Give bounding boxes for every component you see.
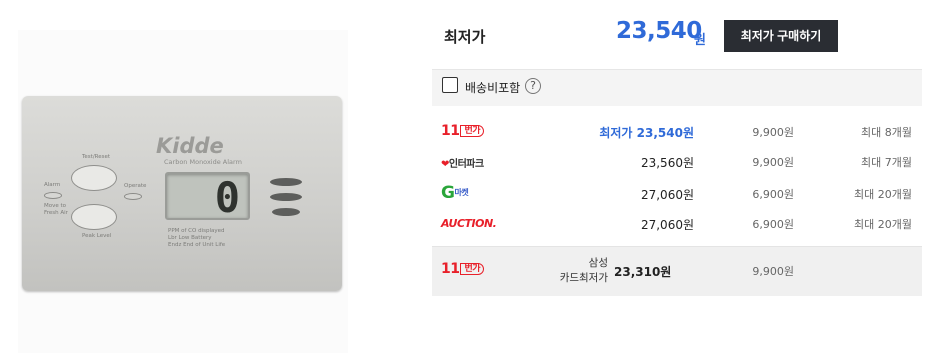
eleven-street-logo[interactable]: 11 번가 — [441, 123, 485, 139]
mall-price-value: 23,540원 — [636, 126, 694, 140]
gmarket-logo-text: 마켓 — [454, 188, 469, 197]
mall-row[interactable]: AUCTION. 27,060원 6,900원 최대 20개월 — [432, 208, 922, 238]
alarm-label: Alarm — [44, 182, 61, 188]
mall-shipping: 6,900원 — [752, 188, 794, 201]
mall-shipping: 6,900원 — [752, 218, 794, 231]
test-reset-button-graphic — [71, 165, 117, 191]
heart-icon: ❤ — [441, 159, 449, 170]
auction-logo[interactable]: AUCTION. — [441, 217, 497, 230]
alarm-indicator-graphic — [44, 192, 62, 199]
card-offer-shipping: 9,900원 — [752, 265, 794, 278]
product-model-label: Carbon Monoxide Alarm — [164, 158, 242, 166]
product-brand-logo: Kidde — [156, 134, 224, 158]
mall-installment: 최대 7개월 — [861, 156, 912, 169]
ppm-label: PPM of CO displayed — [168, 228, 225, 234]
card-offer-price[interactable]: 23,310원 — [614, 263, 671, 280]
eleven-street-logo-text: 번가 — [460, 263, 485, 275]
mall-shipping: 9,900원 — [752, 126, 794, 139]
lcd-display: 0 — [165, 172, 250, 222]
include-shipping-checkbox[interactable] — [442, 77, 458, 93]
fresh-air-label: Fresh Air — [44, 210, 68, 216]
speaker-grille-graphic — [270, 193, 302, 201]
eleven-street-logo[interactable]: 11 번가 — [441, 261, 485, 277]
mall-price[interactable]: 23,560원 — [641, 154, 694, 171]
card-offer-label: 삼성 카드최저가 — [552, 256, 608, 286]
end-of-life-label: Endz End of Unit Life — [168, 242, 226, 248]
gmarket-logo-g: G — [441, 183, 455, 203]
mall-row[interactable]: G마켓 27,060원 6,900원 최대 20개월 — [432, 178, 922, 208]
help-icon[interactable]: ? — [525, 78, 541, 94]
low-battery-label: Lbr Low Battery — [168, 235, 212, 241]
card-offer-label-line2: 카드최저가 — [559, 272, 608, 284]
card-offer-row[interactable]: 11 번가 삼성 카드최저가 23,310원 9,900원 — [432, 246, 922, 296]
speaker-grille-graphic — [270, 178, 302, 186]
eleven-street-logo-number: 11 — [441, 261, 460, 277]
test-reset-label: Test/Reset — [82, 154, 111, 160]
mall-installment: 최대 8개월 — [861, 126, 912, 139]
peak-level-label: Peak Level — [82, 233, 112, 239]
mall-price[interactable]: 27,060원 — [641, 186, 694, 203]
lowest-price-tag: 최저가 — [599, 126, 637, 140]
mall-price[interactable]: 최저가 23,540원 — [599, 124, 694, 141]
lowest-price-title: 최저가 — [444, 28, 486, 46]
interpark-logo[interactable]: ❤인터파크 — [441, 155, 484, 170]
peak-level-button-graphic — [71, 204, 117, 230]
interpark-logo-text: 인터파크 — [448, 159, 484, 170]
buy-lowest-price-button[interactable]: 최저가 구매하기 — [724, 20, 838, 52]
eleven-street-logo-text: 번가 — [460, 125, 485, 137]
mall-shipping: 9,900원 — [752, 156, 794, 169]
operate-label: Operate — [124, 183, 147, 189]
mall-row[interactable]: ❤인터파크 23,560원 9,900원 최대 7개월 — [432, 146, 922, 176]
mall-price[interactable]: 27,060원 — [641, 216, 694, 233]
eleven-street-logo-number: 11 — [441, 123, 460, 139]
mall-row[interactable]: 11 번가 최저가 23,540원 9,900원 최대 8개월 — [432, 116, 922, 146]
lowest-price-value: 23,540 — [616, 18, 702, 44]
lcd-digit: 0 — [214, 173, 240, 222]
speaker-grille-graphic — [272, 208, 300, 216]
gmarket-logo[interactable]: G마켓 — [441, 183, 469, 203]
operate-indicator-graphic — [124, 193, 142, 200]
mall-installment: 최대 20개월 — [854, 188, 912, 201]
move-to-label: Move to — [44, 203, 67, 209]
mall-installment: 최대 20개월 — [854, 218, 912, 231]
lowest-price-currency: 원 — [694, 33, 706, 48]
card-offer-label-line1: 삼성 — [588, 257, 608, 269]
include-shipping-label[interactable]: 배송비포함 — [465, 79, 520, 96]
